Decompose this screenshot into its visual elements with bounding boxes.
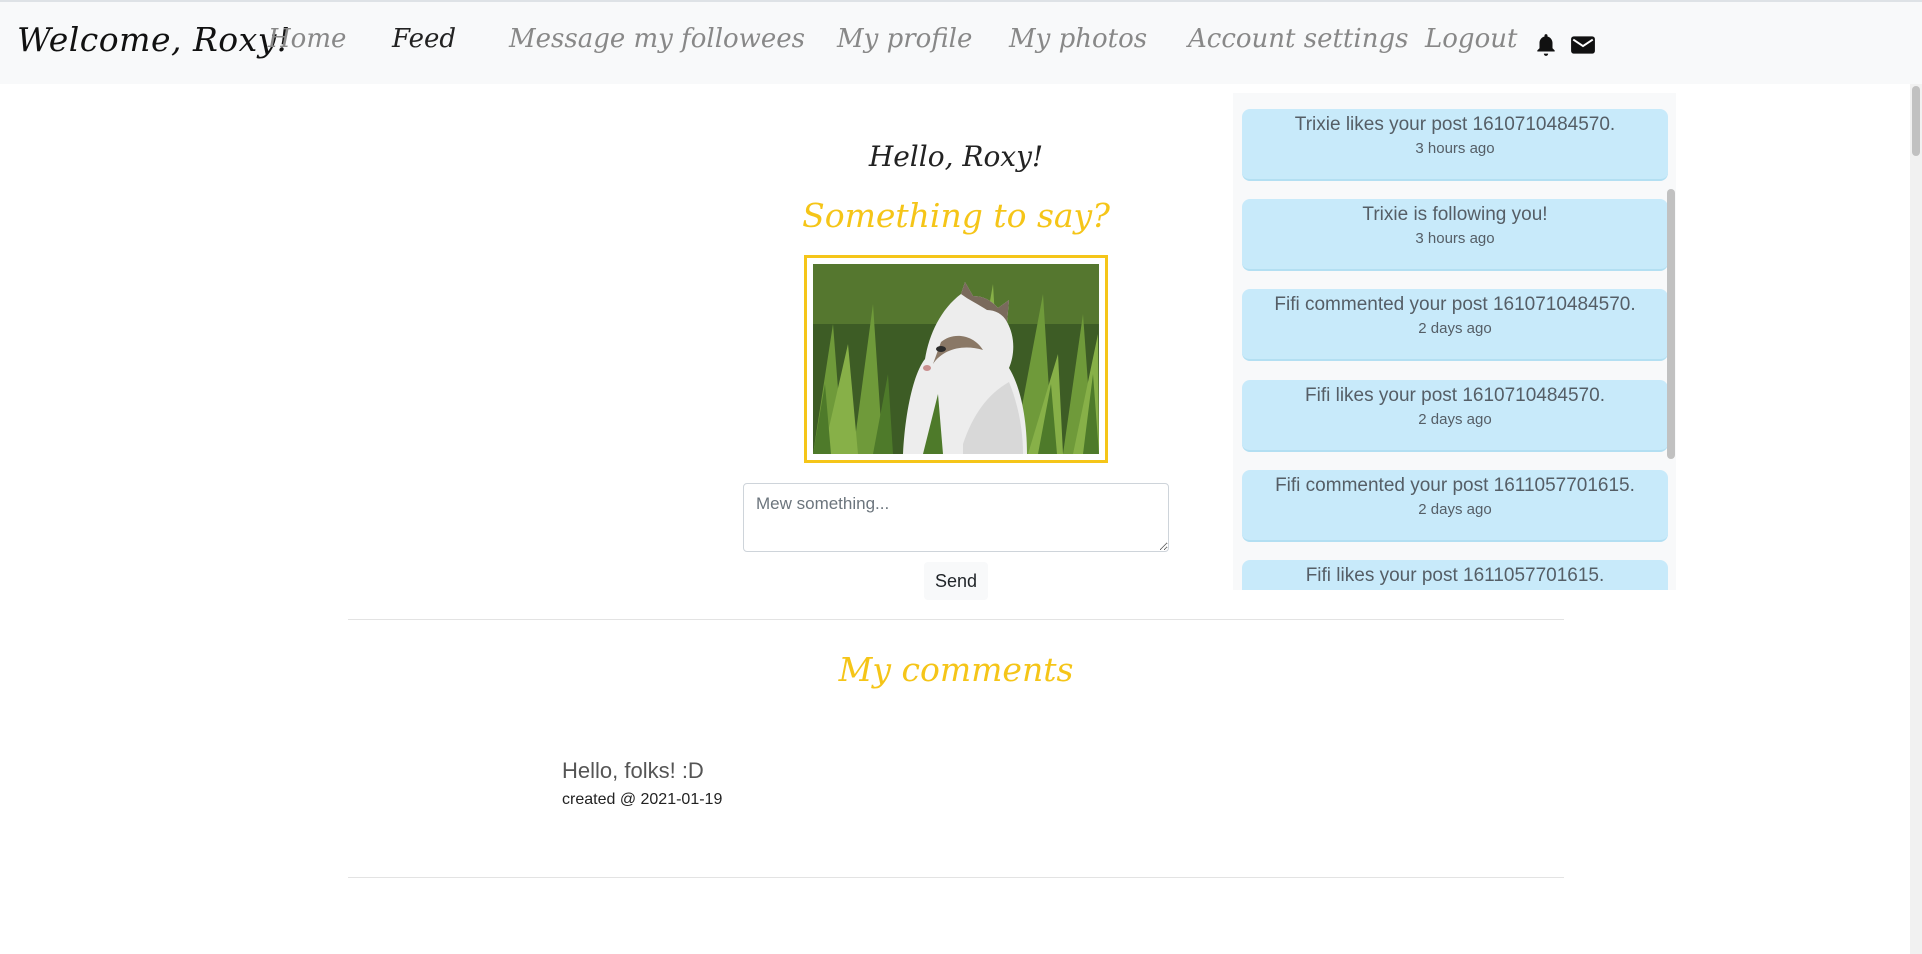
post-textarea[interactable]: [743, 483, 1169, 552]
nav-my-photos[interactable]: My photos: [1009, 24, 1147, 54]
nav-logout[interactable]: Logout: [1425, 24, 1517, 54]
notification-time: 2 days ago: [1418, 411, 1492, 428]
nav-home[interactable]: Home: [268, 24, 346, 54]
page-scrollbar-thumb[interactable]: [1912, 86, 1920, 156]
section-divider: [348, 877, 1564, 878]
send-button[interactable]: Send: [924, 562, 988, 600]
notification-text: Fifi commented your post 1611057701615.: [1275, 475, 1635, 496]
nav-account-settings[interactable]: Account settings: [1188, 24, 1408, 54]
envelope-icon[interactable]: [1570, 32, 1596, 58]
notification-text: Trixie likes your post 1610710484570.: [1294, 114, 1616, 135]
nav-feed[interactable]: Feed: [392, 24, 456, 54]
comment-date: created @ 2021-01-19: [562, 791, 723, 808]
notifications-scrollbar[interactable]: [1667, 189, 1675, 459]
comment-text: Hello, folks! :D: [562, 758, 704, 783]
notification-item: Fifi commented your post 1610710484570. …: [1242, 289, 1668, 361]
notification-text: Fifi commented your post 1610710484570.: [1274, 294, 1636, 315]
notification-item: Trixie is following you! 3 hours ago: [1242, 199, 1668, 271]
notifications-panel[interactable]: Trixie likes your post 1610710484570. 3 …: [1233, 93, 1676, 590]
section-divider: [348, 619, 1564, 620]
notification-time: 3 hours ago: [1415, 140, 1495, 157]
hello-greeting: Hello, Roxy!: [868, 140, 1044, 173]
profile-photo-frame: [804, 255, 1108, 463]
notification-time: 2 days ago: [1418, 501, 1492, 518]
brand-greeting[interactable]: Welcome, Roxy!: [17, 20, 291, 59]
cat-photo: [813, 264, 1099, 454]
notification-text: Fifi likes your post 1611057701615.: [1305, 565, 1605, 586]
bell-icon[interactable]: [1533, 32, 1559, 58]
notification-item: Fifi likes your post 1611057701615.: [1242, 560, 1668, 590]
notification-text: Trixie is following you!: [1362, 204, 1548, 225]
navbar: Welcome, Roxy! Home Feed Message my foll…: [0, 0, 1922, 84]
notification-item: Fifi likes your post 1610710484570. 2 da…: [1242, 380, 1668, 452]
nav-my-profile[interactable]: My profile: [837, 24, 972, 54]
comments-title: My comments: [838, 650, 1074, 689]
notification-time: 2 days ago: [1418, 320, 1492, 337]
nav-message-followees[interactable]: Message my followees: [509, 24, 805, 54]
say-prompt: Something to say?: [802, 196, 1110, 235]
notification-item: Fifi commented your post 1611057701615. …: [1242, 470, 1668, 542]
page-scrollbar-track[interactable]: [1910, 84, 1922, 954]
notification-item: Trixie likes your post 1610710484570. 3 …: [1242, 109, 1668, 181]
notification-text: Fifi likes your post 1610710484570.: [1305, 385, 1605, 406]
notification-time: 3 hours ago: [1415, 230, 1495, 247]
